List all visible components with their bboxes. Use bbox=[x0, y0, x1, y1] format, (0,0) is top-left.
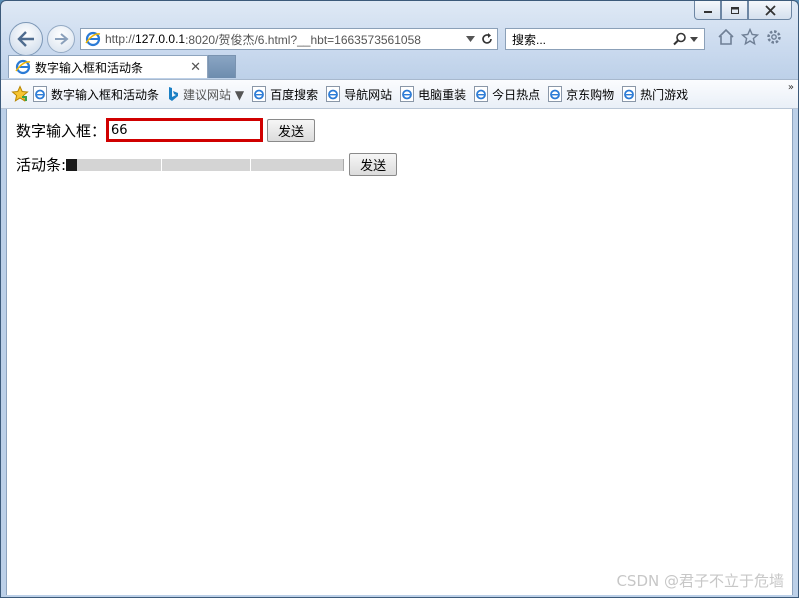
range-label: 活动条: bbox=[16, 156, 67, 174]
tab-active[interactable]: 数字输入框和活动条 ✕ bbox=[8, 55, 208, 78]
forward-button[interactable] bbox=[47, 25, 75, 53]
browser-window: http://127.0.0.1:8020/贺俊杰/6.html?__hbt=1… bbox=[0, 0, 799, 598]
restore-icon bbox=[730, 7, 739, 14]
favorite-item-3[interactable]: 导航网站 bbox=[326, 86, 392, 103]
ie-icon bbox=[15, 59, 31, 75]
dropdown-arrow-icon[interactable] bbox=[466, 36, 475, 42]
command-icons bbox=[717, 28, 783, 46]
favorite-item-6[interactable]: 京东购物 bbox=[548, 86, 614, 103]
navigation-bar: http://127.0.0.1:8020/贺俊杰/6.html?__hbt=1… bbox=[1, 22, 798, 56]
favorites-overflow-icon[interactable]: » bbox=[788, 82, 794, 93]
ie-page-icon bbox=[33, 86, 47, 102]
ie-page-icon bbox=[474, 86, 489, 102]
favorite-label: 导航网站 bbox=[344, 87, 393, 102]
favorite-item-2[interactable]: 百度搜索 bbox=[252, 86, 318, 103]
home-icon[interactable] bbox=[717, 28, 735, 46]
bing-icon bbox=[169, 87, 179, 101]
forward-arrow-icon bbox=[55, 33, 69, 45]
range-thumb[interactable] bbox=[66, 158, 78, 171]
url-host: 127.0.0.1 bbox=[135, 32, 186, 46]
new-tab-button[interactable] bbox=[208, 55, 236, 78]
search-input[interactable]: 搜索... bbox=[512, 31, 546, 48]
close-icon bbox=[764, 4, 776, 16]
ie-page-icon bbox=[252, 86, 267, 102]
ie-page-icon bbox=[326, 86, 341, 102]
range-send-button[interactable]: 发送 bbox=[349, 153, 398, 176]
favorites-star-icon[interactable] bbox=[741, 28, 759, 46]
refresh-icon[interactable] bbox=[481, 33, 493, 45]
favorite-label: 京东购物 bbox=[566, 87, 615, 102]
range-tick bbox=[161, 158, 163, 171]
favorite-item-7[interactable]: 热门游戏 bbox=[622, 86, 688, 103]
tab-title: 数字输入框和活动条 bbox=[35, 60, 144, 75]
close-button[interactable] bbox=[748, 1, 792, 20]
address-bar[interactable]: http://127.0.0.1:8020/贺俊杰/6.html?__hbt=1… bbox=[80, 28, 498, 50]
back-button[interactable] bbox=[9, 22, 43, 56]
ie-icon bbox=[85, 31, 101, 47]
chevron-down-icon[interactable] bbox=[690, 36, 698, 42]
ie-page-icon bbox=[548, 86, 563, 102]
range-track[interactable] bbox=[66, 158, 345, 171]
minimize-icon bbox=[703, 11, 712, 13]
url-prefix: http:// bbox=[105, 32, 136, 46]
watermark: CSDN @君子不立于危墙 bbox=[616, 572, 784, 590]
favorite-label: 百度搜索 bbox=[270, 87, 319, 102]
back-arrow-icon bbox=[17, 31, 34, 47]
minimize-button[interactable] bbox=[694, 1, 721, 20]
number-send-button[interactable]: 发送 bbox=[267, 118, 316, 142]
favorite-item-0[interactable]: 数字输入框和活动条 bbox=[33, 86, 159, 103]
favorite-label: 热门游戏 bbox=[640, 87, 689, 102]
favorite-label: 建议网站 ▼ bbox=[183, 87, 245, 102]
favorite-label: 数字输入框和活动条 bbox=[51, 87, 160, 102]
gear-icon[interactable] bbox=[765, 28, 783, 46]
number-input-label: 数字输入框： bbox=[16, 121, 107, 140]
search-icon[interactable] bbox=[673, 32, 687, 46]
favorite-item-1[interactable]: 建议网站 ▼ bbox=[167, 86, 244, 103]
url-rest: :8020/贺俊杰/6.html?__hbt=1663573561058 bbox=[185, 32, 421, 47]
tab-close-icon[interactable]: ✕ bbox=[190, 60, 201, 75]
number-input-row: 数字输入框： 发送 bbox=[16, 118, 316, 142]
favorite-label: 电脑重装 bbox=[418, 87, 467, 102]
search-bar[interactable]: 搜索... bbox=[505, 28, 705, 50]
number-input[interactable] bbox=[106, 118, 264, 142]
favorite-item-5[interactable]: 今日热点 bbox=[474, 86, 540, 103]
tab-bar: 数字输入框和活动条 ✕ bbox=[1, 55, 798, 79]
caption-buttons bbox=[694, 1, 792, 20]
ie-page-icon bbox=[622, 86, 637, 102]
favorites-star-icon[interactable] bbox=[11, 85, 29, 103]
range-slider[interactable] bbox=[66, 158, 345, 171]
favorite-label: 今日热点 bbox=[492, 87, 541, 102]
range-row: 活动条: 发送 bbox=[16, 153, 398, 176]
page-content: 数字输入框： 发送 活动条: 发送 CSDN @君子不立于危墙 bbox=[6, 109, 793, 595]
range-tick bbox=[250, 158, 252, 171]
ie-page-icon bbox=[400, 86, 415, 102]
favorite-item-4[interactable]: 电脑重装 bbox=[400, 86, 466, 103]
favorites-bar: 数字输入框和活动条 建议网站 ▼ 百度搜索 导航网站 电脑重装 今日热点 京东购… bbox=[1, 79, 798, 109]
maximize-button[interactable] bbox=[721, 1, 748, 20]
